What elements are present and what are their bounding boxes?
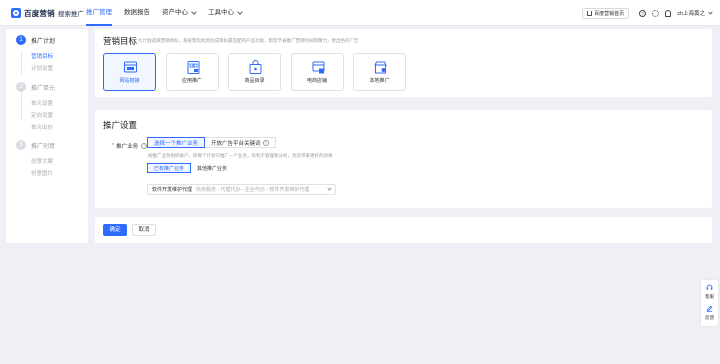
goal-card-label: 商品目录 <box>244 78 265 84</box>
gear-icon[interactable] <box>652 9 660 17</box>
marketing-goal-panel: 营销目标 为计划选择营销目标，系统帮您找到达成目标最匹配的产品功能，帮您节省推广… <box>95 29 712 97</box>
step-connector <box>20 52 22 74</box>
business-select-value: 软件开发维护代理 <box>152 187 193 193</box>
nav-label: 数据报告 <box>124 9 150 16</box>
goal-card-app[interactable]: 应用推广 <box>165 53 219 91</box>
step-label: 推广创意 <box>31 143 56 150</box>
home-button[interactable]: 百度营销首页 <box>582 7 630 19</box>
nav-label: 工具中心 <box>208 9 234 16</box>
scope-option-existing[interactable]: 已有推广业务 <box>147 163 192 173</box>
confirm-button[interactable]: 确定 <box>103 224 127 236</box>
substep-marketing-goal[interactable]: 营销目标 <box>31 52 53 60</box>
promo-settings-panel: 推广设置 * 推广业务 ? 选择一个推广业务 开放广告平台关键词 ? 按推广业务… <box>95 110 712 208</box>
logo-brand: 百度营销 <box>24 8 55 18</box>
question-circle-icon[interactable]: ? <box>639 9 647 17</box>
logo[interactable]: 百度营销 搜索推广 <box>11 7 84 19</box>
pen-icon <box>706 305 713 312</box>
website-link-icon <box>124 61 137 73</box>
goal-card-website[interactable]: 网站链接 <box>103 53 156 91</box>
user-name: zh上海黄之 <box>677 11 705 17</box>
section-description: 为计划选择营销目标，系统帮您找到达成目标最匹配的产品功能，帮您节省推广营销时间和… <box>138 38 359 43</box>
chevron-down-icon <box>191 9 197 15</box>
goal-card-label: 电商店铺 <box>306 78 327 84</box>
mode-option-single-business[interactable]: 选择一个推广业务 <box>147 137 206 148</box>
chevron-down-icon <box>327 185 332 191</box>
cancel-button[interactable]: 取消 <box>132 224 156 236</box>
substep-unit-bid[interactable]: 单元出价 <box>31 123 53 131</box>
baidu-logo-icon <box>11 8 21 18</box>
goal-card-label: 网站链接 <box>119 78 140 84</box>
section-title: 推广设置 <box>103 120 138 130</box>
feedback-button[interactable]: 反馈 <box>701 305 718 321</box>
action-bar: 确定 取消 <box>95 217 712 243</box>
headset-icon <box>706 284 713 290</box>
step-number: 2 <box>16 82 26 92</box>
bell-icon[interactable] <box>665 9 672 17</box>
app-promotion-icon <box>187 61 199 74</box>
mode-option-open-keywords[interactable]: 开放广告平台关键词 ? <box>205 137 276 148</box>
float-tool-label: 反馈 <box>705 315 714 320</box>
step-2[interactable]: 2 推广单元 <box>16 82 55 92</box>
product-catalog-icon <box>249 60 262 74</box>
nav-label: 资产中心 <box>162 9 188 16</box>
mode-option-label: 开放广告平台关键词 <box>211 140 261 147</box>
chevron-down-icon <box>237 9 243 15</box>
business-hint: 按推广业务组织账户，即每个计划只推广一个业务，有利于管理和分析，为您带来更好的效… <box>148 153 333 158</box>
substep-unit-settings[interactable]: 单元设置 <box>31 99 53 107</box>
step-label: 推广计划 <box>31 38 56 45</box>
customer-service-button[interactable]: 客服 <box>701 284 718 300</box>
floating-toolbar: 客服 反馈 <box>701 280 718 326</box>
home-icon <box>587 10 593 16</box>
nav-item-asset-center[interactable]: 资产中心 <box>156 0 202 26</box>
question-circle-icon[interactable]: ? <box>262 139 269 146</box>
goal-card-label: 应用推广 <box>181 78 202 84</box>
step-number: 1 <box>16 35 26 45</box>
step-number: 3 <box>16 140 26 150</box>
float-tool-label: 客服 <box>705 294 714 299</box>
goal-card-label: 本地推广 <box>369 78 390 84</box>
home-button-label: 百度营销首页 <box>594 10 625 17</box>
business-select-path: 商务服务 - 代理代办 - 企业代办 - 软件开发维护代理 <box>196 187 310 193</box>
business-mode-toggle: 选择一个推广业务 开放广告平台关键词 ? <box>147 137 276 148</box>
user-menu[interactable]: zh上海黄之 <box>677 9 713 17</box>
business-field-label: * 推广业务 ? <box>112 142 148 150</box>
section-title: 营销目标 <box>103 36 138 46</box>
substep-targeting[interactable]: 定向设置 <box>31 111 53 119</box>
business-label-text: 推广业务 <box>116 144 139 150</box>
substep-creative-text[interactable]: 创意文案 <box>31 157 53 165</box>
goal-card-local[interactable]: 本地推广 <box>353 53 406 91</box>
step-1[interactable]: 1 推广计划 <box>16 35 55 45</box>
chevron-down-icon <box>708 9 713 15</box>
nav-label: 推广管理 <box>86 9 112 16</box>
goal-cards: 网站链接 应用推广 商品目录 电商店铺 本地推广 <box>103 53 416 91</box>
nav-item-tool-center[interactable]: 工具中心 <box>202 0 248 26</box>
nav-item-promo-manage[interactable]: 推广管理 <box>80 0 118 26</box>
step-3[interactable]: 3 推广创意 <box>16 140 55 150</box>
scope-option-other[interactable]: 其他推广业务 <box>191 163 233 173</box>
main-nav: 推广管理 数据报告 资产中心 工具中心 <box>80 0 248 26</box>
local-promotion-icon <box>374 61 387 74</box>
goal-card-store[interactable]: 电商店铺 <box>290 53 344 91</box>
step-connector <box>20 88 22 119</box>
goal-card-catalog[interactable]: 商品目录 <box>228 53 281 91</box>
substep-plan-settings[interactable]: 计划设置 <box>31 64 53 72</box>
ecommerce-store-icon <box>312 61 324 74</box>
nav-item-data-report[interactable]: 数据报告 <box>118 0 156 26</box>
required-mark: * <box>112 143 115 149</box>
substep-creative-image[interactable]: 创意图片 <box>31 169 53 177</box>
step-sidebar: 1 推广计划 营销目标 计划设置 2 推广单元 单元设置 定向设置 单元出价 3… <box>6 29 88 243</box>
step-label: 推广单元 <box>31 85 56 92</box>
business-select[interactable]: 软件开发维护代理 商务服务 - 代理代办 - 企业代办 - 软件开发维护代理 <box>147 184 336 195</box>
top-right-tools: 百度营销首页 ? zh上海黄之 <box>582 7 713 19</box>
top-bar: 百度营销 搜索推广 推广管理 数据报告 资产中心 工具中心 百度营销首页 ? z… <box>0 0 720 26</box>
business-scope-toggle: 已有推广业务 其他推广业务 <box>147 163 233 173</box>
